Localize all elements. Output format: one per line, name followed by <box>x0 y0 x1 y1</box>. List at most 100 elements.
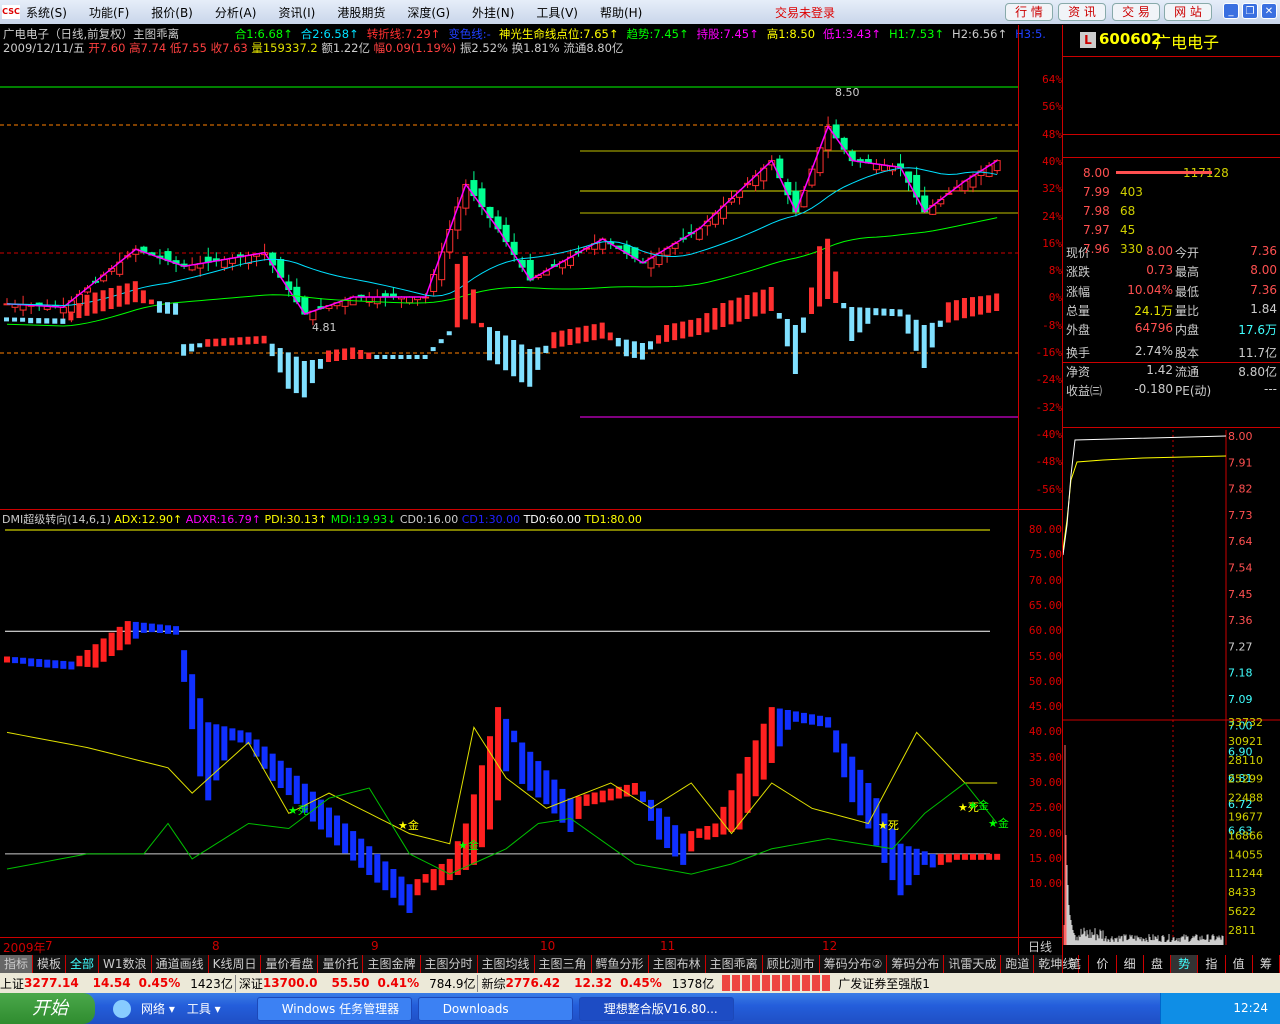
quote-field: 振2.52% 换1.81% 流通8.80亿 <box>459 41 624 55</box>
login-status[interactable]: 交易未登录 <box>775 4 835 21</box>
ie-icon[interactable] <box>113 999 131 1018</box>
stock-badge: L <box>1080 32 1096 48</box>
adx-bar <box>503 718 510 772</box>
tab-5[interactable]: K线周日 <box>209 955 262 973</box>
trade-button[interactable]: 交 易 <box>1112 3 1160 21</box>
date-year: 2009年 <box>3 941 46 955</box>
adx-bar <box>84 649 91 667</box>
tab-18[interactable]: 讯雷天成 <box>944 955 1002 973</box>
task-downloads[interactable]: Downloads <box>417 996 573 1021</box>
tab-6[interactable]: 量价看盘 <box>261 955 319 973</box>
menu-quote[interactable]: 报价(B) <box>151 4 193 21</box>
menu-depth[interactable]: 深度(G) <box>407 4 450 21</box>
axis-label: 20.00 <box>1028 826 1062 840</box>
candle <box>430 273 438 292</box>
period-label[interactable]: 日线 <box>1028 938 1052 955</box>
adx-bar <box>929 853 936 868</box>
task-trading-app[interactable]: 理想整合版V16.80... <box>578 996 734 1021</box>
tab-0[interactable]: 指标 <box>0 955 34 973</box>
tab-9[interactable]: 主图分时 <box>421 955 478 973</box>
quick-tools[interactable]: 工具 ▾ <box>187 1000 221 1017</box>
ma5-line <box>6 124 998 315</box>
bias-bar <box>519 344 525 383</box>
panel-tab-2[interactable]: 细 <box>1117 955 1144 973</box>
panel-tab-0[interactable]: 笔 <box>1062 955 1090 973</box>
bias-bar <box>567 329 573 345</box>
tab-16[interactable]: 筹码分布② <box>820 955 888 973</box>
tab-4[interactable]: 通道画线 <box>152 955 209 973</box>
chart-title: 广电电子（日线,前复权）主图乖离 <box>3 27 180 41</box>
tab-17[interactable]: 筹码分布 <box>887 955 945 973</box>
menu-function[interactable]: 功能(F) <box>89 4 129 21</box>
minimize-icon[interactable]: _ <box>1223 3 1239 19</box>
market-breadth-icon <box>722 975 833 991</box>
tab-3[interactable]: W1数浪 <box>99 955 152 973</box>
bid-volume: 403 <box>1120 185 1143 199</box>
bias-bar <box>156 301 162 313</box>
bias-bar <box>261 335 267 344</box>
axis-label: 8% <box>1048 264 1062 278</box>
tab-15[interactable]: 顾比测市 <box>763 955 820 973</box>
axis-label: 15.00 <box>1028 851 1062 865</box>
tab-2[interactable]: 全部 <box>66 955 100 973</box>
tab-1[interactable]: 模板 <box>33 955 67 973</box>
tab-13[interactable]: 主图布林 <box>649 955 706 973</box>
tab-14[interactable]: 主图乖离 <box>706 955 763 973</box>
stat-value: 7.36 <box>1250 282 1277 297</box>
bid-volume-bar <box>1116 171 1212 174</box>
sh-label: 上证 <box>0 976 25 991</box>
panel-tab-1[interactable]: 价 <box>1089 955 1117 973</box>
sz-label: 深证 <box>238 976 263 991</box>
panel-tab-4[interactable]: 势 <box>1171 955 1199 973</box>
adx-bar <box>438 863 445 886</box>
menu-help[interactable]: 帮助(H) <box>600 4 642 21</box>
candle <box>840 137 848 150</box>
low-annotation: 4.81 <box>312 321 337 334</box>
adx-bar <box>350 831 357 861</box>
panel-tab-6[interactable]: 值 <box>1226 955 1253 973</box>
stat-value: 1.84 <box>1250 301 1277 316</box>
bias-bar <box>575 327 581 344</box>
axis-label: -24% <box>1035 373 1063 387</box>
panel-tab-3[interactable]: 盘 <box>1144 955 1171 973</box>
volume-tick: 16866 <box>1228 829 1263 842</box>
adx-bar <box>728 790 735 833</box>
tab-12[interactable]: 鳄鱼分形 <box>592 955 649 973</box>
news-button[interactable]: 资 讯 <box>1058 3 1106 21</box>
bias-bar <box>857 307 863 333</box>
menu-system[interactable]: 系统(S) <box>26 4 67 21</box>
bias-bar <box>760 289 766 314</box>
price-chart[interactable]: 8.50 4.81 <box>0 55 1018 508</box>
bias-bar <box>20 317 26 322</box>
intraday-chart[interactable]: 8.00 7.91 7.82 7.73 7.64 7.54 7.45 7.36 7.27 7.18… <box>1063 430 1280 945</box>
menu-tools[interactable]: 工具(V) <box>536 4 578 21</box>
menu-info[interactable]: 资讯(I) <box>278 4 315 21</box>
bias-bar <box>277 348 283 373</box>
tab-8[interactable]: 主图金牌 <box>363 955 421 973</box>
market-button[interactable]: 行 情 <box>1005 3 1053 21</box>
task-taskmgr[interactable]: Windows 任务管理器 <box>256 996 412 1021</box>
volume-tick: 28110 <box>1228 754 1263 767</box>
panel-tab-5[interactable]: 指 <box>1198 955 1226 973</box>
bias-bar <box>478 322 484 328</box>
restore-icon[interactable]: ❐ <box>1242 3 1258 19</box>
panel-tab-7[interactable]: 筹 <box>1253 955 1280 973</box>
adx-bar <box>108 632 115 656</box>
quick-network[interactable]: 网络 ▾ <box>141 1000 175 1017</box>
menu-analysis[interactable]: 分析(A) <box>215 4 257 21</box>
bias-bar <box>825 238 831 299</box>
menu-hk-futures[interactable]: 港股期货 <box>337 4 385 21</box>
tab-10[interactable]: 主图均线 <box>478 955 535 973</box>
menu-plugins[interactable]: 外挂(N) <box>472 4 514 21</box>
adx-bar <box>132 621 139 639</box>
close-icon[interactable]: ✕ <box>1261 3 1277 19</box>
tab-11[interactable]: 主图三角 <box>535 955 592 973</box>
menu-bar: CSC 系统(S) 功能(F) 报价(B) 分析(A) 资讯(I) 港股期货 深… <box>0 0 1280 24</box>
signal-label: ★金 <box>968 798 989 812</box>
start-button[interactable]: 开始 <box>0 993 95 1024</box>
website-button[interactable]: 网 站 <box>1164 3 1212 21</box>
tab-19[interactable]: 跑道 <box>1001 955 1035 973</box>
tab-7[interactable]: 量价托 <box>318 955 364 973</box>
adx-bar <box>12 657 19 664</box>
dmi-chart[interactable]: ★死★金★金★死★金★死★金 <box>0 524 1018 936</box>
